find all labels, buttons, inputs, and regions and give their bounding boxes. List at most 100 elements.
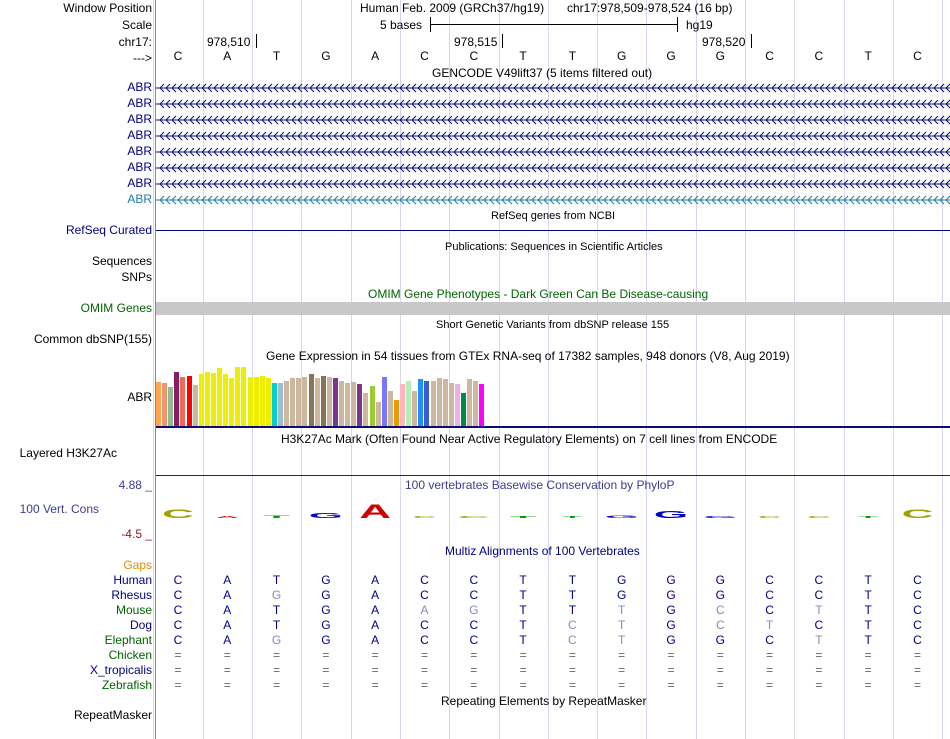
- gene-transcript-row[interactable]: [156, 195, 950, 205]
- gtex-tissue-bar[interactable]: [271, 383, 277, 426]
- gene-label[interactable]: ABR: [127, 128, 152, 142]
- gene-label[interactable]: ABR: [127, 176, 152, 190]
- gtex-tissue-bar[interactable]: [424, 380, 430, 426]
- gtex-tissue-bar[interactable]: [253, 376, 259, 426]
- gtex-tissue-bar[interactable]: [357, 384, 363, 426]
- gtex-tissue-bar[interactable]: [235, 366, 241, 426]
- alignment-base: =: [815, 663, 823, 677]
- gene-label[interactable]: ABR: [127, 80, 152, 94]
- gene-label[interactable]: ABR: [127, 96, 152, 110]
- gtex-tissue-bar[interactable]: [473, 380, 479, 426]
- gtex-tissue-bar[interactable]: [442, 379, 448, 426]
- gtex-tissue-bar[interactable]: [223, 374, 229, 426]
- gtex-tissue-bar[interactable]: [296, 378, 302, 426]
- gtex-tissue-bar[interactable]: [412, 390, 418, 426]
- refseq-gene-line[interactable]: [156, 230, 950, 231]
- gtex-tissue-bar[interactable]: [369, 385, 375, 426]
- publications-track-title[interactable]: Publications: Sequences in Scientific Ar…: [445, 240, 663, 254]
- gtex-tissue-bar[interactable]: [461, 393, 467, 426]
- gtex-tissue-bar[interactable]: [198, 374, 204, 426]
- gtex-tissue-bar[interactable]: [326, 376, 332, 426]
- gtex-tissue-bar[interactable]: [430, 380, 436, 426]
- dbsnp-track-label[interactable]: Common dbSNP(155): [34, 332, 152, 346]
- gtex-tissue-bar[interactable]: [168, 386, 174, 426]
- h3k27ac-track-title[interactable]: H3K27Ac Mark (Often Found Near Active Re…: [281, 432, 777, 446]
- dbsnp-track-title[interactable]: Short Genetic Variants from dbSNP releas…: [436, 318, 669, 332]
- omim-track-title[interactable]: OMIM Gene Phenotypes - Dark Green Can Be…: [368, 287, 708, 301]
- gtex-track-title[interactable]: Gene Expression in 54 tissues from GTEx …: [266, 349, 790, 363]
- gene-transcript-row[interactable]: [156, 163, 950, 173]
- gene-transcript-row[interactable]: [156, 99, 950, 109]
- phylop-letter: G: [654, 509, 688, 520]
- gtex-tissue-bar[interactable]: [308, 374, 314, 426]
- omim-phenotype-bar[interactable]: [156, 302, 950, 315]
- gene-transcript-row[interactable]: [156, 147, 950, 157]
- gtex-tissue-bar[interactable]: [406, 380, 412, 426]
- gtex-tissue-bar[interactable]: [320, 375, 326, 426]
- alignment-base: C: [469, 618, 479, 632]
- gtex-tissue-bar[interactable]: [479, 384, 485, 426]
- h3k27ac-track-label[interactable]: Layered H3K27Ac: [20, 446, 117, 460]
- gene-label[interactable]: ABR: [127, 160, 152, 174]
- gtex-tissue-bar[interactable]: [241, 367, 247, 426]
- gtex-tissue-bar[interactable]: [314, 378, 320, 426]
- repeatmasker-track-label[interactable]: RepeatMasker: [74, 708, 152, 722]
- gene-label[interactable]: ABR: [127, 144, 152, 158]
- snps-track-label[interactable]: SNPs: [121, 270, 152, 284]
- sequences-track-label[interactable]: Sequences: [92, 254, 152, 268]
- gene-transcript-row[interactable]: [156, 115, 950, 125]
- gtex-tissue-bar[interactable]: [278, 383, 284, 426]
- gene-transcript-row[interactable]: [156, 131, 950, 141]
- gencode-track-title[interactable]: GENCODE V49lift37 (5 items filtered out): [432, 66, 652, 80]
- alignment-base: =: [864, 678, 872, 692]
- gtex-gene-label[interactable]: ABR: [127, 390, 152, 404]
- gtex-tissue-bar[interactable]: [387, 391, 393, 426]
- gtex-tissue-bar[interactable]: [247, 376, 253, 426]
- gene-label[interactable]: ABR: [127, 112, 152, 126]
- gene-label[interactable]: ABR: [127, 192, 152, 206]
- gtex-tissue-bar[interactable]: [192, 385, 198, 426]
- gtex-tissue-bar[interactable]: [180, 376, 186, 426]
- refseq-track-title[interactable]: RefSeq genes from NCBI: [491, 209, 615, 223]
- gtex-tissue-bar[interactable]: [229, 378, 235, 426]
- gtex-tissue-bar[interactable]: [467, 379, 473, 426]
- alignment-base: =: [913, 663, 921, 677]
- gtex-tissue-bar[interactable]: [332, 378, 338, 426]
- gtex-tissue-bar[interactable]: [290, 378, 296, 426]
- gtex-tissue-bar[interactable]: [210, 373, 216, 426]
- alignment-base: G: [321, 603, 331, 617]
- gtex-tissue-bar[interactable]: [162, 383, 168, 426]
- gtex-tissue-bar[interactable]: [345, 383, 351, 426]
- repeatmasker-track-title[interactable]: Repeating Elements by RepeatMasker: [441, 694, 646, 708]
- gtex-tissue-bar[interactable]: [448, 383, 454, 426]
- alignment-base: =: [273, 648, 281, 662]
- gtex-tissue-bar[interactable]: [363, 393, 369, 426]
- phylop-track-title[interactable]: 100 vertebrates Basewise Conservation by…: [405, 478, 674, 492]
- refseq-track-label[interactable]: RefSeq Curated: [66, 223, 152, 237]
- gtex-tissue-bar[interactable]: [454, 384, 460, 426]
- gene-transcript-row[interactable]: [156, 83, 950, 93]
- gtex-expression-bars[interactable]: [156, 363, 556, 426]
- gtex-tissue-bar[interactable]: [381, 376, 387, 426]
- gtex-tissue-bar[interactable]: [400, 384, 406, 426]
- gtex-tissue-bar[interactable]: [204, 371, 210, 426]
- gtex-tissue-bar[interactable]: [393, 399, 399, 426]
- alignment-base: =: [519, 663, 527, 677]
- gtex-tissue-bar[interactable]: [284, 380, 290, 426]
- multiz-track-title[interactable]: Multiz Alignments of 100 Vertebrates: [445, 544, 640, 558]
- gtex-tissue-bar[interactable]: [265, 378, 271, 426]
- gtex-tissue-bar[interactable]: [156, 381, 162, 426]
- gtex-tissue-bar[interactable]: [418, 379, 424, 426]
- gtex-tissue-bar[interactable]: [259, 375, 265, 426]
- gtex-tissue-bar[interactable]: [436, 378, 442, 426]
- gtex-tissue-bar[interactable]: [375, 402, 381, 426]
- gtex-tissue-bar[interactable]: [302, 376, 308, 426]
- gene-transcript-row[interactable]: [156, 179, 950, 189]
- gtex-tissue-bar[interactable]: [339, 380, 345, 426]
- gtex-tissue-bar[interactable]: [174, 372, 180, 426]
- gtex-tissue-bar[interactable]: [217, 368, 223, 426]
- omim-track-label[interactable]: OMIM Genes: [81, 301, 152, 315]
- gtex-tissue-bar[interactable]: [186, 375, 192, 426]
- gtex-tissue-bar[interactable]: [351, 381, 357, 426]
- phylop-track-label[interactable]: 100 Vert. Cons: [20, 502, 99, 516]
